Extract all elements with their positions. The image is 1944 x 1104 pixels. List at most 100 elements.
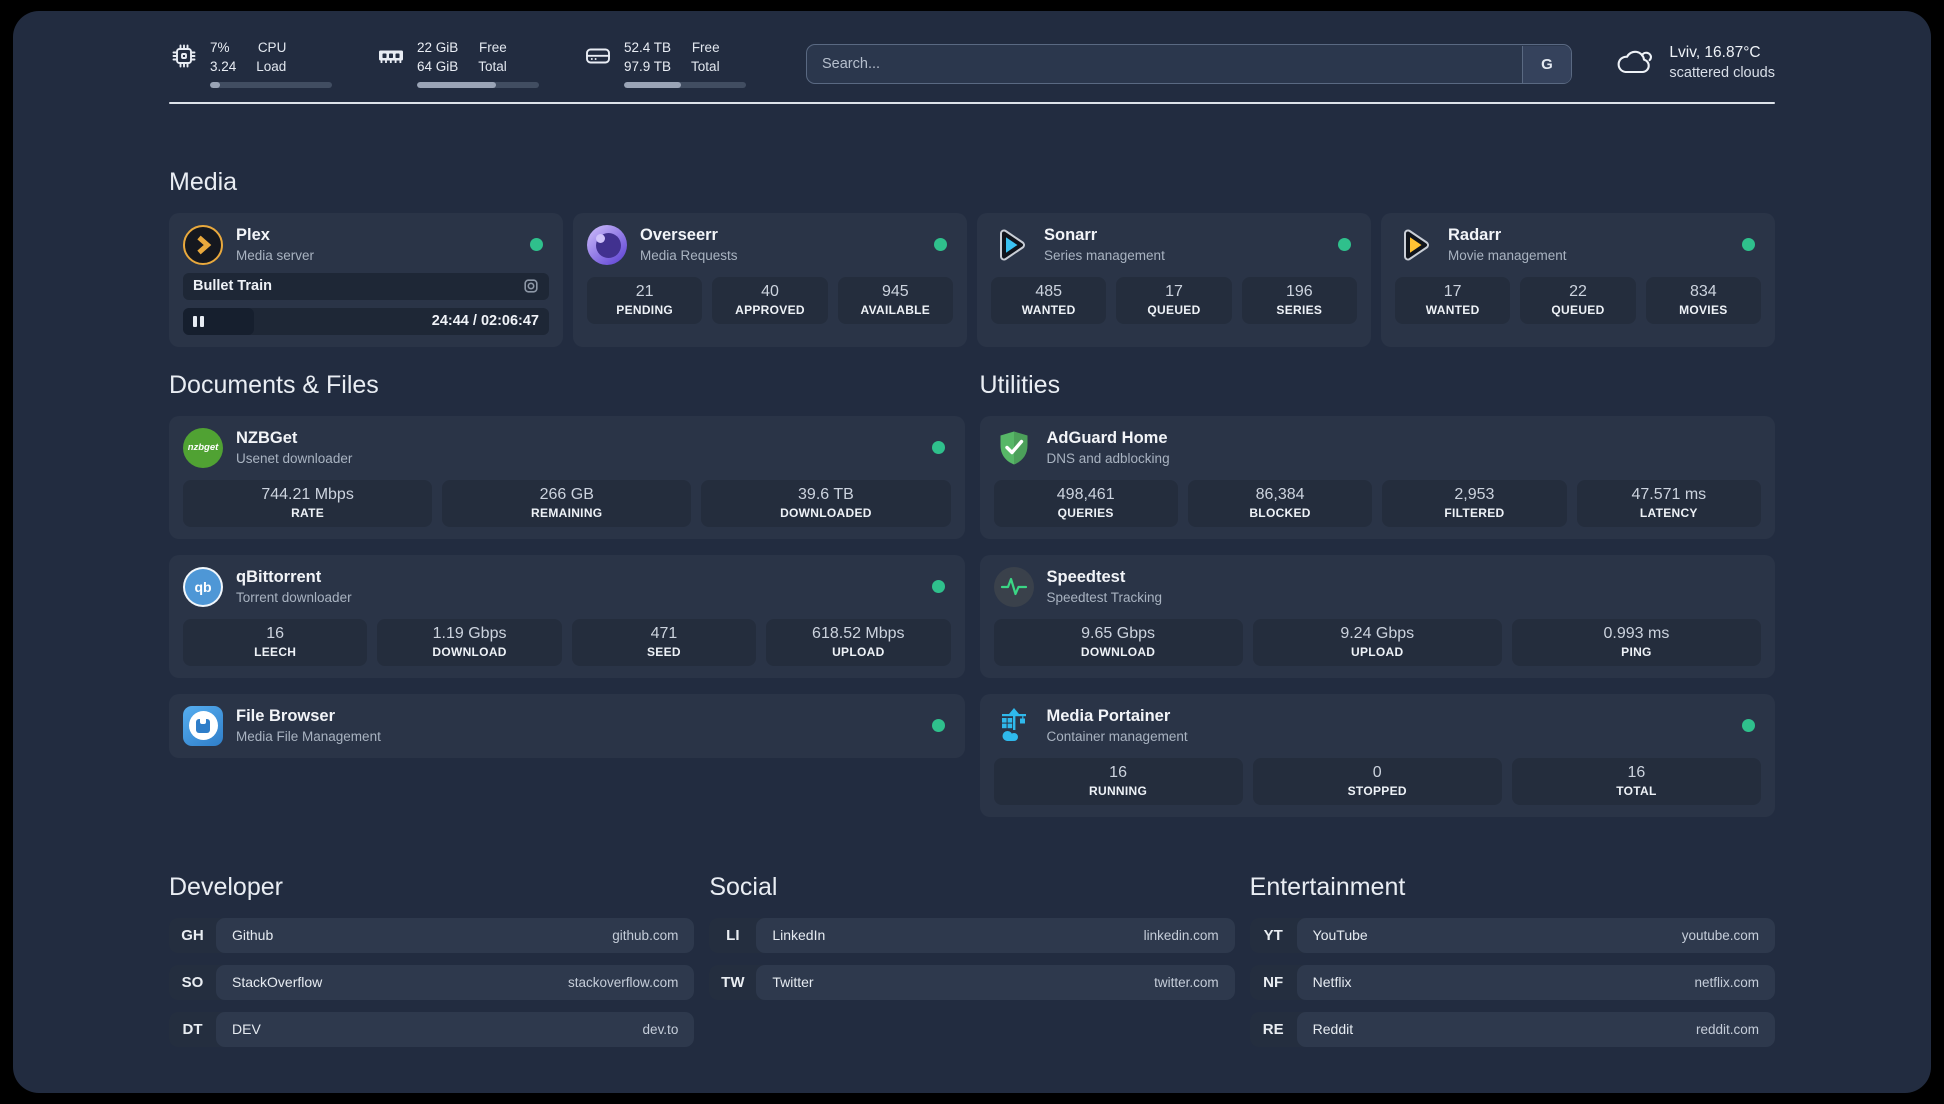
memory-total-value: 64 GiB [417,59,459,74]
stat-label: DOWNLOAD [432,645,507,659]
disk-progress-bar [624,82,746,88]
stat-box: 16 TOTAL [1511,757,1761,805]
documents-column: Documents & Files nzbget NZBGet Usenet d… [169,371,965,817]
service-title: Sonarr [1044,225,1098,244]
search-input[interactable] [806,44,1573,84]
stat-label: PING [1621,645,1652,659]
status-dot [530,238,543,251]
stat-value: 16 [1109,764,1127,781]
disk-free-value: 52.4 TB [624,40,672,55]
stat-label: WANTED [1021,303,1076,317]
top-bar: 7% 3.24 CPU Load 22 GiB 64 GiB Free Tota… [169,11,1775,88]
stat-box: 0 STOPPED [1252,757,1502,805]
bookmark-name: YouTube [1312,927,1368,943]
service-card-filebrowser[interactable]: File Browser Media File Management [169,693,965,758]
service-card-plex[interactable]: Plex Media server Bullet Train 24:44 / 0… [169,212,563,347]
service-title: Overseerr [640,225,718,244]
stat-box: 0.993 ms PING [1511,618,1761,666]
stat-label: WANTED [1425,303,1480,317]
status-dot [1742,719,1755,732]
stat-value: 21 [635,283,654,300]
service-title: Radarr [1448,225,1502,244]
now-playing-title: Bullet Train [193,278,272,294]
stat-label: QUERIES [1057,506,1114,520]
service-title: qBittorrent [236,567,322,586]
bookmark-abbr: YT [1263,926,1283,944]
stat-label: REMAINING [531,506,603,520]
memory-free-label: Free [479,40,507,55]
cpu-usage-label: CPU [257,40,287,55]
bookmark-row-github[interactable]: GH Github github.com [169,917,695,953]
disk-total-label: Total [691,59,720,74]
service-card-portainer[interactable]: Media Portainer Container management 16 … [979,693,1775,817]
stat-label: MOVIES [1679,303,1728,317]
memory-free-value: 22 GiB [417,40,459,55]
stat-box: 2,953 FILTERED [1382,479,1567,527]
media-card-grid: Plex Media server Bullet Train 24:44 / 0… [169,212,1775,347]
stat-box: 39.6 TB DOWNLOADED [701,479,951,527]
bookmark-row-netflix[interactable]: NF Netflix netflix.com [1249,964,1775,1000]
bookmark-abbr: GH [181,926,204,944]
portainer-icon [994,706,1034,746]
bookmark-abbr: TW [721,973,745,991]
speedtest-icon [993,566,1034,607]
service-card-speedtest[interactable]: Speedtest Speedtest Tracking 9.65 Gbps D… [979,554,1775,678]
service-title: File Browser [236,706,336,725]
bookmark-row-reddit[interactable]: RE Reddit reddit.com [1249,1011,1775,1047]
filebrowser-icon [183,705,223,746]
stat-box: 17 WANTED [1395,276,1511,324]
bookmark-row-linkedin[interactable]: LI LinkedIn linkedin.com [709,917,1235,953]
stat-box: 9.65 Gbps DOWNLOAD [993,618,1243,666]
stat-label: QUEUED [1147,303,1201,317]
stat-value: 16 [1627,764,1646,781]
stat-value: 47.571 ms [1631,486,1707,503]
section-title-utilities: Utilities [979,370,1061,399]
bookmark-row-youtube[interactable]: YT YouTube youtube.com [1249,917,1775,953]
search-engine-button[interactable]: G [1521,45,1571,83]
service-card-sonarr[interactable]: Sonarr Series management 485 WANTED 17 Q… [977,212,1371,347]
stat-label: STOPPED [1347,784,1407,798]
stat-label: LEECH [254,645,297,659]
stat-label: BLOCKED [1249,506,1311,520]
service-subtitle: Media Requests [640,247,738,263]
stat-box: 618.52 Mbps UPLOAD [766,618,951,666]
nzbget-icon: nzbget [183,427,223,468]
bookmark-url: netflix.com [1694,974,1759,990]
section-title-documents: Documents & Files [169,370,379,399]
search-bar: G [806,44,1573,84]
stat-label: DOWNLOAD [1080,645,1156,659]
service-subtitle: Media File Management [236,728,381,744]
bookmark-row-stackoverflow[interactable]: SO StackOverflow stackoverflow.com [169,964,695,1000]
stat-box: 266 GB REMAINING [442,479,692,527]
stat-label: TOTAL [1616,784,1657,798]
cpu-icon [169,41,199,88]
bookmark-url: twitter.com [1154,974,1219,990]
stat-value: 16 [266,625,285,642]
service-card-nzbget[interactable]: nzbget NZBGet Usenet downloader 744.21 M… [169,415,965,539]
disk-stat: 52.4 TB 97.9 TB Free Total [583,38,746,88]
service-card-overseerr[interactable]: Overseerr Media Requests 21 PENDING 40 A… [573,212,967,347]
section-title-media: Media [169,167,238,196]
stat-value: 9.24 Gbps [1340,625,1415,642]
bookmark-abbr: LI [726,926,740,944]
service-card-radarr[interactable]: Radarr Movie management 17 WANTED 22 QUE… [1381,212,1775,347]
memory-progress-bar [417,82,539,88]
service-card-qbittorrent[interactable]: qb qBittorrent Torrent downloader 16 LEE… [169,554,965,678]
stat-value: 1.19 Gbps [432,625,507,642]
stat-box: 945 AVAILABLE [837,276,953,324]
stat-label: FILTERED [1444,506,1505,520]
bookmark-abbr: SO [181,973,204,991]
bookmark-row-dev[interactable]: DT DEV dev.to [169,1011,695,1047]
stat-box: 21 PENDING [587,276,703,324]
bookmark-row-twitter[interactable]: TW Twitter twitter.com [709,964,1235,1000]
playback-progress-row: 24:44 / 02:06:47 [183,307,549,335]
weather-widget[interactable]: Lviv, 16.87°C scattered clouds [1614,42,1775,83]
cpu-load-value: 3.24 [210,59,237,74]
memory-total-label: Total [478,59,507,74]
bookmarks-developer: Developer GH Github github.com SO StackO… [169,873,695,1047]
bookmark-abbr: DT [182,1020,203,1038]
service-card-adguard[interactable]: AdGuard Home DNS and adblocking 498,461 … [979,415,1775,539]
stat-value: 485 [1035,283,1063,300]
stat-box: 9.24 Gbps UPLOAD [1252,618,1502,666]
service-subtitle: Torrent downloader [236,589,352,605]
